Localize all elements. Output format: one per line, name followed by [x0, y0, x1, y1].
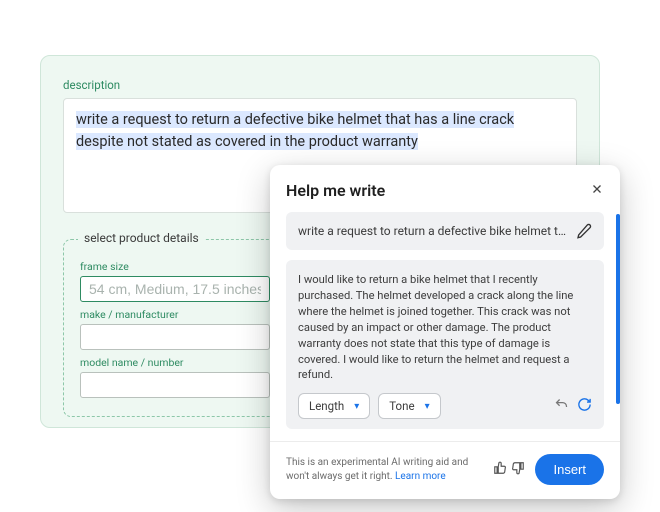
- product-details-legend: select product details: [78, 231, 205, 245]
- feedback-thumbs: [493, 460, 525, 479]
- length-label: Length: [309, 399, 344, 413]
- disclaimer-text: This is an experimental AI writing aid a…: [286, 456, 483, 483]
- result-controls: Length ▾ Tone ▾: [298, 393, 592, 419]
- popover-title: Help me write: [286, 181, 385, 200]
- undo-icon[interactable]: [554, 397, 569, 416]
- learn-more-link[interactable]: Learn more: [395, 471, 446, 482]
- result-wrap: I would like to return a bike helmet tha…: [286, 260, 604, 429]
- result-box: I would like to return a bike helmet tha…: [286, 260, 604, 429]
- refresh-icon[interactable]: [577, 397, 592, 416]
- popover-footer: This is an experimental AI writing aid a…: [270, 441, 620, 485]
- prompt-text: write a request to return a defective bi…: [298, 224, 568, 238]
- description-highlighted-text: write a request to return a defective bi…: [76, 111, 514, 150]
- popover-header: Help me write: [270, 181, 620, 212]
- make-input[interactable]: [80, 324, 270, 350]
- frame-size-input[interactable]: [80, 276, 270, 302]
- tone-label: Tone: [389, 399, 414, 413]
- thumbs-down-icon[interactable]: [511, 460, 525, 479]
- edit-prompt-icon[interactable]: [576, 223, 592, 239]
- thumbs-up-icon[interactable]: [493, 460, 507, 479]
- scrollbar-accent[interactable]: [616, 214, 620, 404]
- chevron-down-icon: ▾: [425, 401, 430, 412]
- generated-text: I would like to return a bike helmet tha…: [298, 272, 592, 383]
- help-me-write-popover: Help me write write a request to return …: [270, 165, 620, 499]
- tone-dropdown[interactable]: Tone ▾: [378, 393, 440, 419]
- prompt-row[interactable]: write a request to return a defective bi…: [286, 212, 604, 250]
- model-input[interactable]: [80, 372, 270, 398]
- chevron-down-icon: ▾: [354, 401, 359, 412]
- close-icon[interactable]: [590, 182, 604, 199]
- length-dropdown[interactable]: Length ▾: [298, 393, 370, 419]
- description-label: description: [63, 78, 577, 92]
- insert-button[interactable]: Insert: [535, 454, 604, 485]
